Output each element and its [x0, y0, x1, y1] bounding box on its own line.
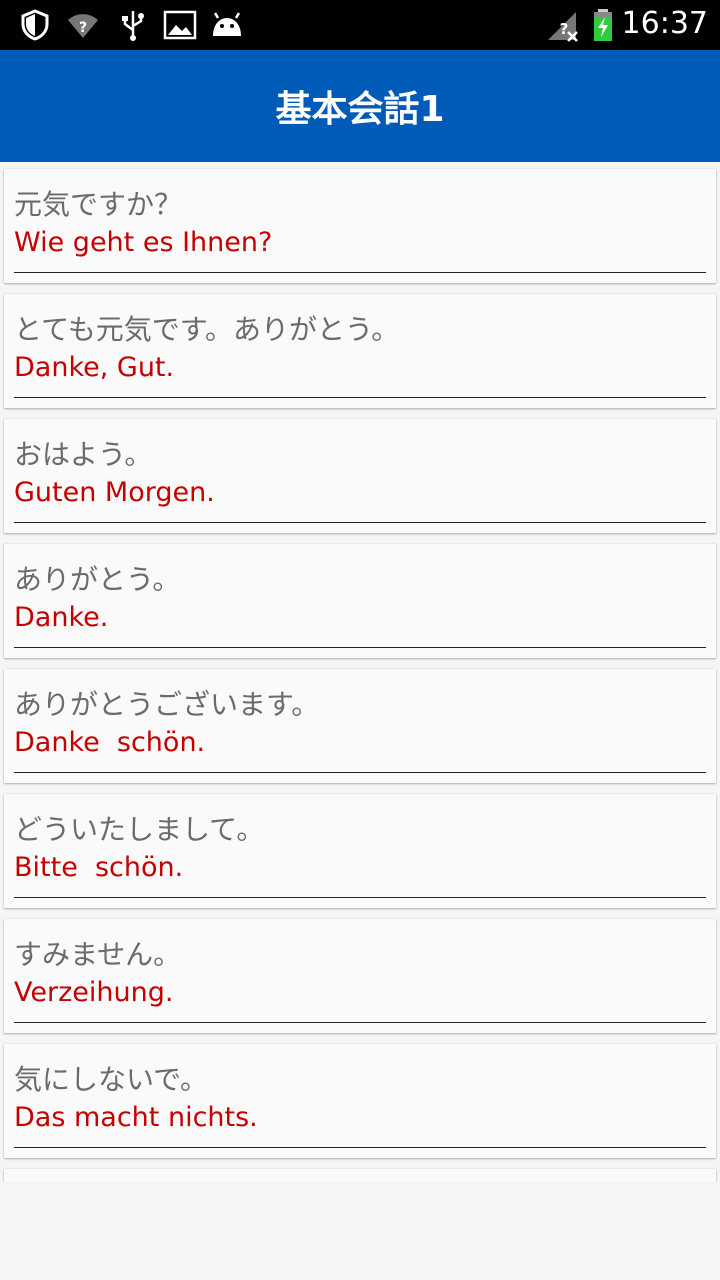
german-phrase: Danke. [14, 602, 109, 633]
shield-icon [21, 9, 49, 41]
page-title: 基本会話1 [275, 89, 445, 130]
divider [14, 397, 706, 398]
battery-charging-icon [594, 9, 612, 41]
phrase-card[interactable]: ありがとう。 Danke. [4, 544, 716, 658]
japanese-phrase: 気にしないで。 [14, 1063, 209, 1096]
svg-text:?: ? [560, 20, 569, 38]
svg-text:?: ? [79, 20, 87, 36]
divider [14, 772, 706, 773]
german-phrase: Danke, Gut. [14, 352, 175, 383]
divider [14, 522, 706, 523]
no-signal-icon: ? [548, 12, 578, 42]
german-phrase: Guten Morgen. [14, 477, 215, 508]
german-phrase: Das macht nichts. [14, 1102, 258, 1133]
japanese-phrase: ありがとうございます。 [14, 688, 320, 721]
clock: 16:37 [621, 6, 708, 41]
divider [14, 897, 706, 898]
divider [14, 272, 706, 273]
german-phrase: Verzeihung. [14, 977, 174, 1008]
phrase-card[interactable]: すみません。 Verzeihung. [4, 919, 716, 1033]
phrase-card[interactable]: おはよう。 Guten Morgen. [4, 419, 716, 533]
divider [14, 1022, 706, 1023]
android-icon [213, 12, 241, 36]
phrase-card-partial[interactable] [4, 1169, 716, 1182]
divider [14, 647, 706, 648]
app-bar: 基本会話1 [0, 50, 720, 162]
image-icon [163, 10, 197, 40]
status-bar: ? ? 16:37 [0, 0, 720, 50]
japanese-phrase: 元気ですか？ [14, 188, 183, 221]
german-phrase: Danke schön. [14, 727, 206, 758]
german-phrase: Wie geht es Ihnen? [14, 227, 273, 258]
phrase-card[interactable]: 元気ですか？ Wie geht es Ihnen? [4, 169, 716, 283]
phrase-list[interactable]: 元気ですか？ Wie geht es Ihnen? とても元気です。ありがとう。… [0, 162, 720, 1182]
german-phrase: Bitte schön. [14, 852, 184, 883]
phrase-card[interactable]: とても元気です。ありがとう。 Danke, Gut. [4, 294, 716, 408]
japanese-phrase: すみません。 [14, 938, 182, 971]
japanese-phrase: おはよう。 [14, 438, 153, 471]
divider [14, 1147, 706, 1148]
usb-icon [122, 11, 144, 41]
phrase-card[interactable]: 気にしないで。 Das macht nichts. [4, 1044, 716, 1158]
japanese-phrase: ありがとう。 [14, 563, 181, 596]
japanese-phrase: とても元気です。ありがとう。 [14, 313, 400, 346]
phrase-card[interactable]: ありがとうございます。 Danke schön. [4, 669, 716, 783]
wifi-question-icon: ? [68, 14, 98, 38]
phrase-card[interactable]: どういたしまして。 Bitte schön. [4, 794, 716, 908]
japanese-phrase: どういたしまして。 [14, 813, 265, 846]
